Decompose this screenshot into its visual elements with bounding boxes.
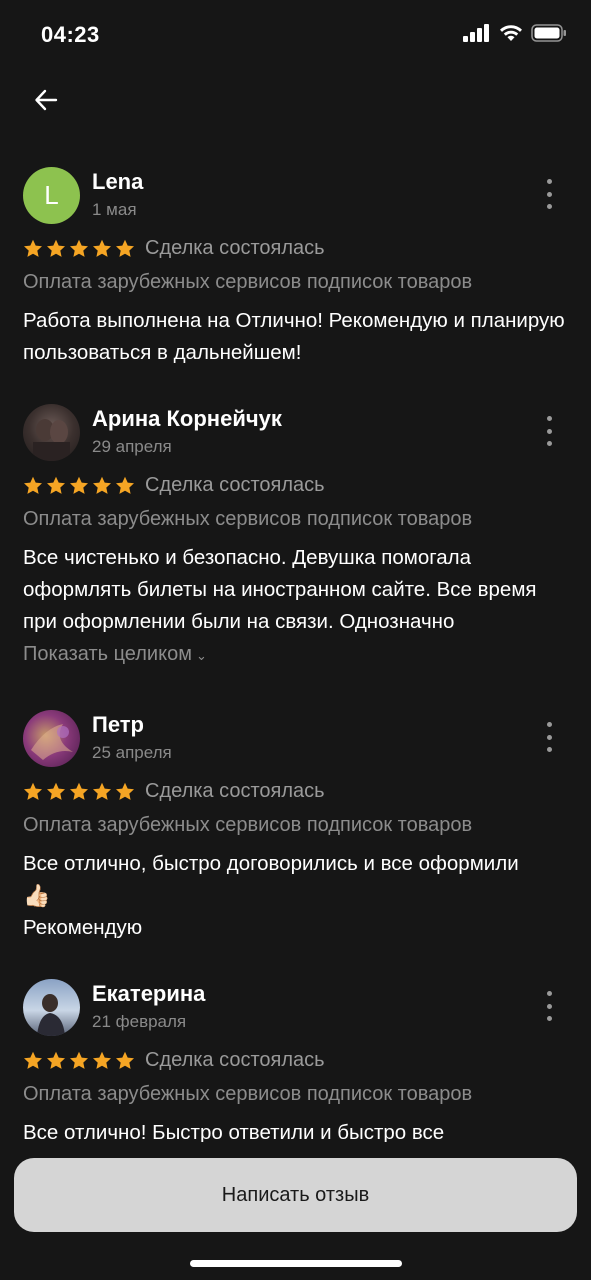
avatar-photo (37, 994, 65, 1036)
review-card: Екатерина 21 февраля Сделка состоялась О… (23, 979, 568, 1149)
review-card: L Lena 1 мая Сделка состоялась Оплата за… (23, 167, 568, 367)
rating-row: Сделка состоялась (23, 1049, 325, 1072)
show-full-link[interactable]: Показать целиком ⌄ (23, 643, 207, 666)
star-icon (70, 239, 88, 257)
star-icon (93, 476, 111, 494)
rating-row: Сделка состоялась (23, 474, 325, 497)
service-name: Оплата зарубежных сервисов подписок това… (23, 814, 473, 836)
star-icon (116, 1051, 134, 1069)
review-card: Петр 25 апреля Сделка состоялась Оплата … (23, 710, 568, 950)
avatar-photo (31, 724, 73, 760)
thumbs-up-emoji: 👍🏻 (23, 883, 51, 908)
star-rating (23, 1051, 135, 1071)
status-icons (463, 24, 567, 42)
rating-row: Сделка состоялась (23, 237, 325, 260)
status-bar: 04:23 (0, 0, 591, 70)
star-icon (70, 782, 88, 800)
reviewer-name[interactable]: Петр (92, 712, 144, 738)
review-date: 29 апреля (92, 437, 172, 456)
arrow-left-icon (35, 89, 58, 111)
more-options-icon[interactable] (544, 416, 554, 446)
star-icon (47, 782, 65, 800)
rating-row: Сделка состоялась (23, 780, 325, 803)
avatar[interactable]: L (23, 167, 80, 224)
review-date: 1 мая (92, 200, 137, 219)
reviewer-name[interactable]: Екатерина (92, 981, 205, 1007)
write-review-button[interactable]: Написать отзыв (14, 1158, 577, 1232)
star-icon (24, 476, 42, 494)
deal-status: Сделка состоялась (145, 237, 325, 259)
star-icon (47, 476, 65, 494)
avatar-photo (33, 419, 70, 461)
service-name: Оплата зарубежных сервисов подписок това… (23, 508, 473, 530)
battery-icon (531, 24, 566, 42)
review-date: 25 апреля (92, 743, 172, 762)
review-text: Все отлично, быстро договорились и все о… (23, 848, 568, 944)
star-icon (93, 239, 111, 257)
star-rating (23, 239, 135, 259)
star-icon (116, 476, 134, 494)
star-rating (23, 782, 135, 802)
more-options-icon[interactable] (544, 179, 554, 209)
back-button[interactable] (24, 78, 68, 122)
review-card: Арина Корнейчук 29 апреля Сделка состоял… (23, 404, 568, 674)
review-text-line: Рекомендую (23, 916, 143, 939)
star-icon (70, 1051, 88, 1069)
review-text: Все чистенько и безопасно. Девушка помог… (23, 546, 537, 633)
star-icon (24, 1051, 42, 1069)
avatar[interactable] (23, 710, 80, 767)
avatar[interactable] (23, 979, 80, 1036)
deal-status: Сделка состоялась (145, 780, 325, 802)
review-date: 21 февраля (92, 1012, 187, 1031)
service-name: Оплата зарубежных сервисов подписок това… (23, 1083, 473, 1105)
star-icon (24, 782, 42, 800)
star-icon (70, 476, 88, 494)
reviewer-name[interactable]: Lena (92, 169, 143, 195)
deal-status: Сделка состоялась (145, 1049, 325, 1071)
more-options-icon[interactable] (544, 991, 554, 1021)
deal-status: Сделка состоялась (145, 474, 325, 496)
star-icon (47, 239, 65, 257)
star-icon (93, 782, 111, 800)
star-icon (93, 1051, 111, 1069)
review-text: Работа выполнена на Отлично! Рекомендую … (23, 309, 565, 364)
star-icon (24, 239, 42, 257)
status-time: 04:23 (41, 22, 100, 47)
chevron-down-icon: ⌄ (195, 648, 207, 663)
star-icon (47, 1051, 65, 1069)
avatar[interactable] (23, 404, 80, 461)
cellular-signal-icon (463, 24, 489, 42)
home-indicator (190, 1260, 402, 1267)
service-name: Оплата зарубежных сервисов подписок това… (23, 271, 473, 293)
review-text-line: Все отлично, быстро договорились и все о… (23, 852, 519, 875)
more-options-icon[interactable] (544, 722, 554, 752)
star-icon (116, 239, 134, 257)
wifi-icon (500, 25, 522, 41)
star-icon (116, 782, 134, 800)
show-full-label: Показать целиком (23, 643, 192, 665)
reviewer-name[interactable]: Арина Корнейчук (92, 406, 282, 432)
star-rating (23, 476, 135, 496)
